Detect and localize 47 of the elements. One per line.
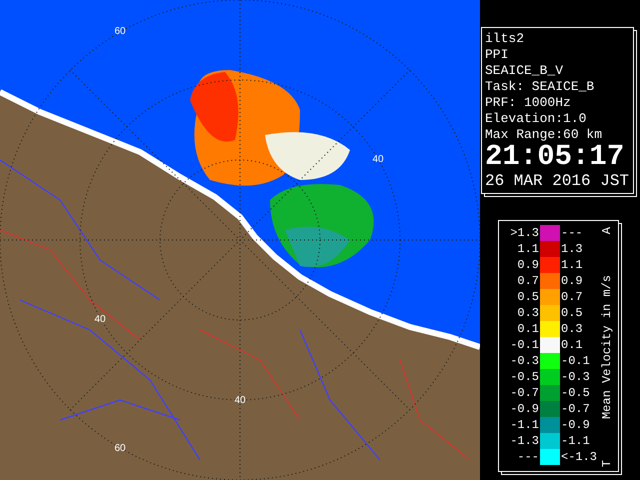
legend-label: 0.9 xyxy=(561,274,584,288)
legend-label: 0.9 xyxy=(516,258,539,272)
legend-label: -0.3 xyxy=(561,370,591,384)
legend-label: -0.3 xyxy=(509,354,539,368)
info-line: Task: SEAICE_B xyxy=(485,79,596,95)
legend-mark: A xyxy=(600,227,614,234)
legend-label: -1.3 xyxy=(509,434,539,448)
legend-label: 0.1 xyxy=(561,338,584,352)
legend-label: 0.1 xyxy=(516,322,539,336)
legend-label: -0.1 xyxy=(509,338,539,352)
legend-label: -0.9 xyxy=(561,418,591,432)
date-text: 26 MAR 2016 JST xyxy=(485,171,630,191)
legend-label: -1.1 xyxy=(509,418,539,432)
legend-title: Mean Velocity in m/s xyxy=(600,274,614,420)
legend-label: -0.5 xyxy=(561,386,591,400)
legend-label: 0.7 xyxy=(516,274,539,288)
range-label: 40 xyxy=(372,154,384,165)
legend-label: --- xyxy=(516,450,539,464)
legend-label: -0.7 xyxy=(509,386,539,400)
range-label: 60 xyxy=(114,443,126,454)
legend-label: 0.3 xyxy=(516,306,539,320)
legend-label: 0.5 xyxy=(561,306,584,320)
legend-label: -0.5 xyxy=(509,370,539,384)
range-label: 40 xyxy=(234,395,246,406)
time-text: 21:05:17 xyxy=(485,143,626,171)
legend-label: -0.9 xyxy=(509,402,539,416)
legend-label: -0.1 xyxy=(561,354,591,368)
info-line: ilts2 xyxy=(485,31,526,47)
range-label: 40 xyxy=(94,314,106,325)
legend-label: -1.1 xyxy=(561,434,591,448)
legend-label: -0.7 xyxy=(561,402,591,416)
legend-label: 0.5 xyxy=(516,290,539,304)
legend-label: 1.1 xyxy=(561,258,584,272)
info-line: Max Range:60 km xyxy=(485,127,604,143)
info-line: SEAICE_B_V xyxy=(485,63,564,79)
info-line: PPI xyxy=(485,47,510,63)
legend-label: 1.3 xyxy=(561,242,584,256)
legend-label: --- xyxy=(561,226,584,240)
legend-label: 0.3 xyxy=(561,322,584,336)
info-line: Elevation:1.0 xyxy=(485,111,588,127)
legend-label: >1.3 xyxy=(509,226,539,240)
info-line: PRF: 1000Hz xyxy=(485,95,572,111)
legend-label: 1.1 xyxy=(516,242,539,256)
range-label: 60 xyxy=(114,26,126,37)
legend-label: 0.7 xyxy=(561,290,584,304)
legend-label: <-1.3 xyxy=(561,450,598,464)
legend-mark: T xyxy=(600,460,614,467)
